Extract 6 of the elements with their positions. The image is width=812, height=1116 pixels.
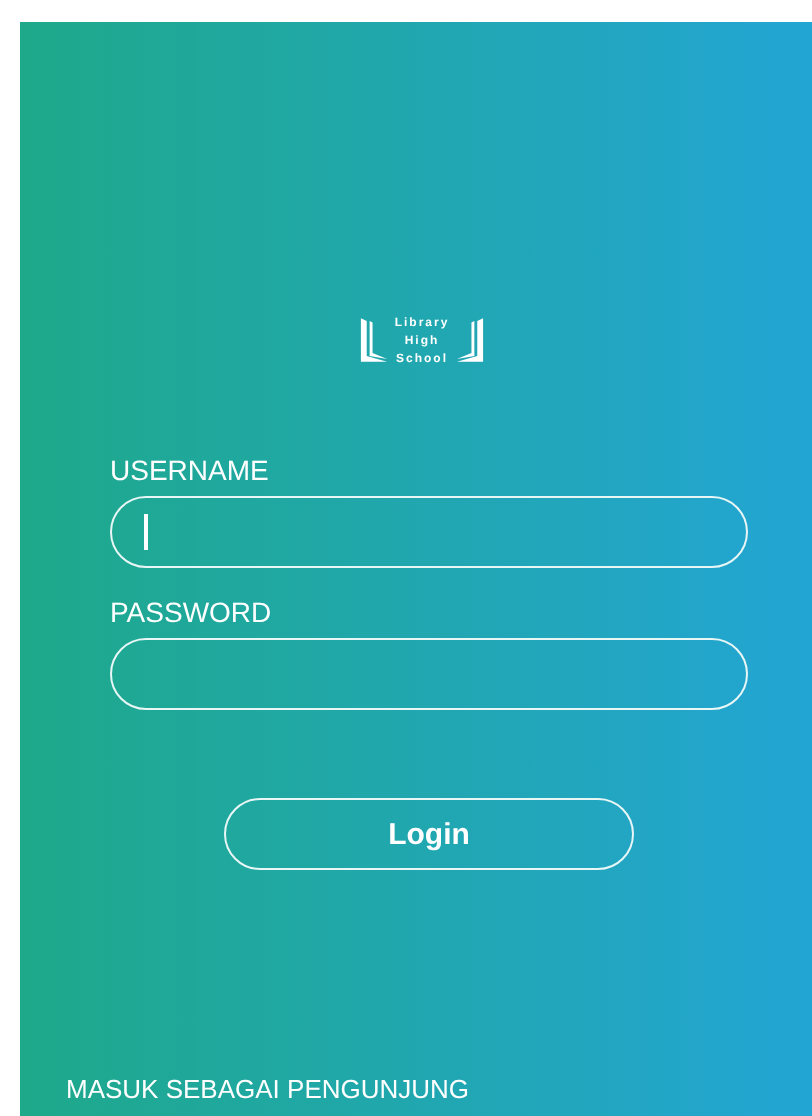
- input-field[interactable]: [110, 496, 748, 568]
- input-field[interactable]: [110, 638, 748, 710]
- login-button[interactable]: Login: [224, 798, 634, 870]
- field-label: PASSWORD: [110, 596, 274, 628]
- field-label: USERNAME: [110, 454, 271, 486]
- visitor-link[interactable]: MASUK SEBAGAI PENGUNJUNG: [66, 1074, 470, 1104]
